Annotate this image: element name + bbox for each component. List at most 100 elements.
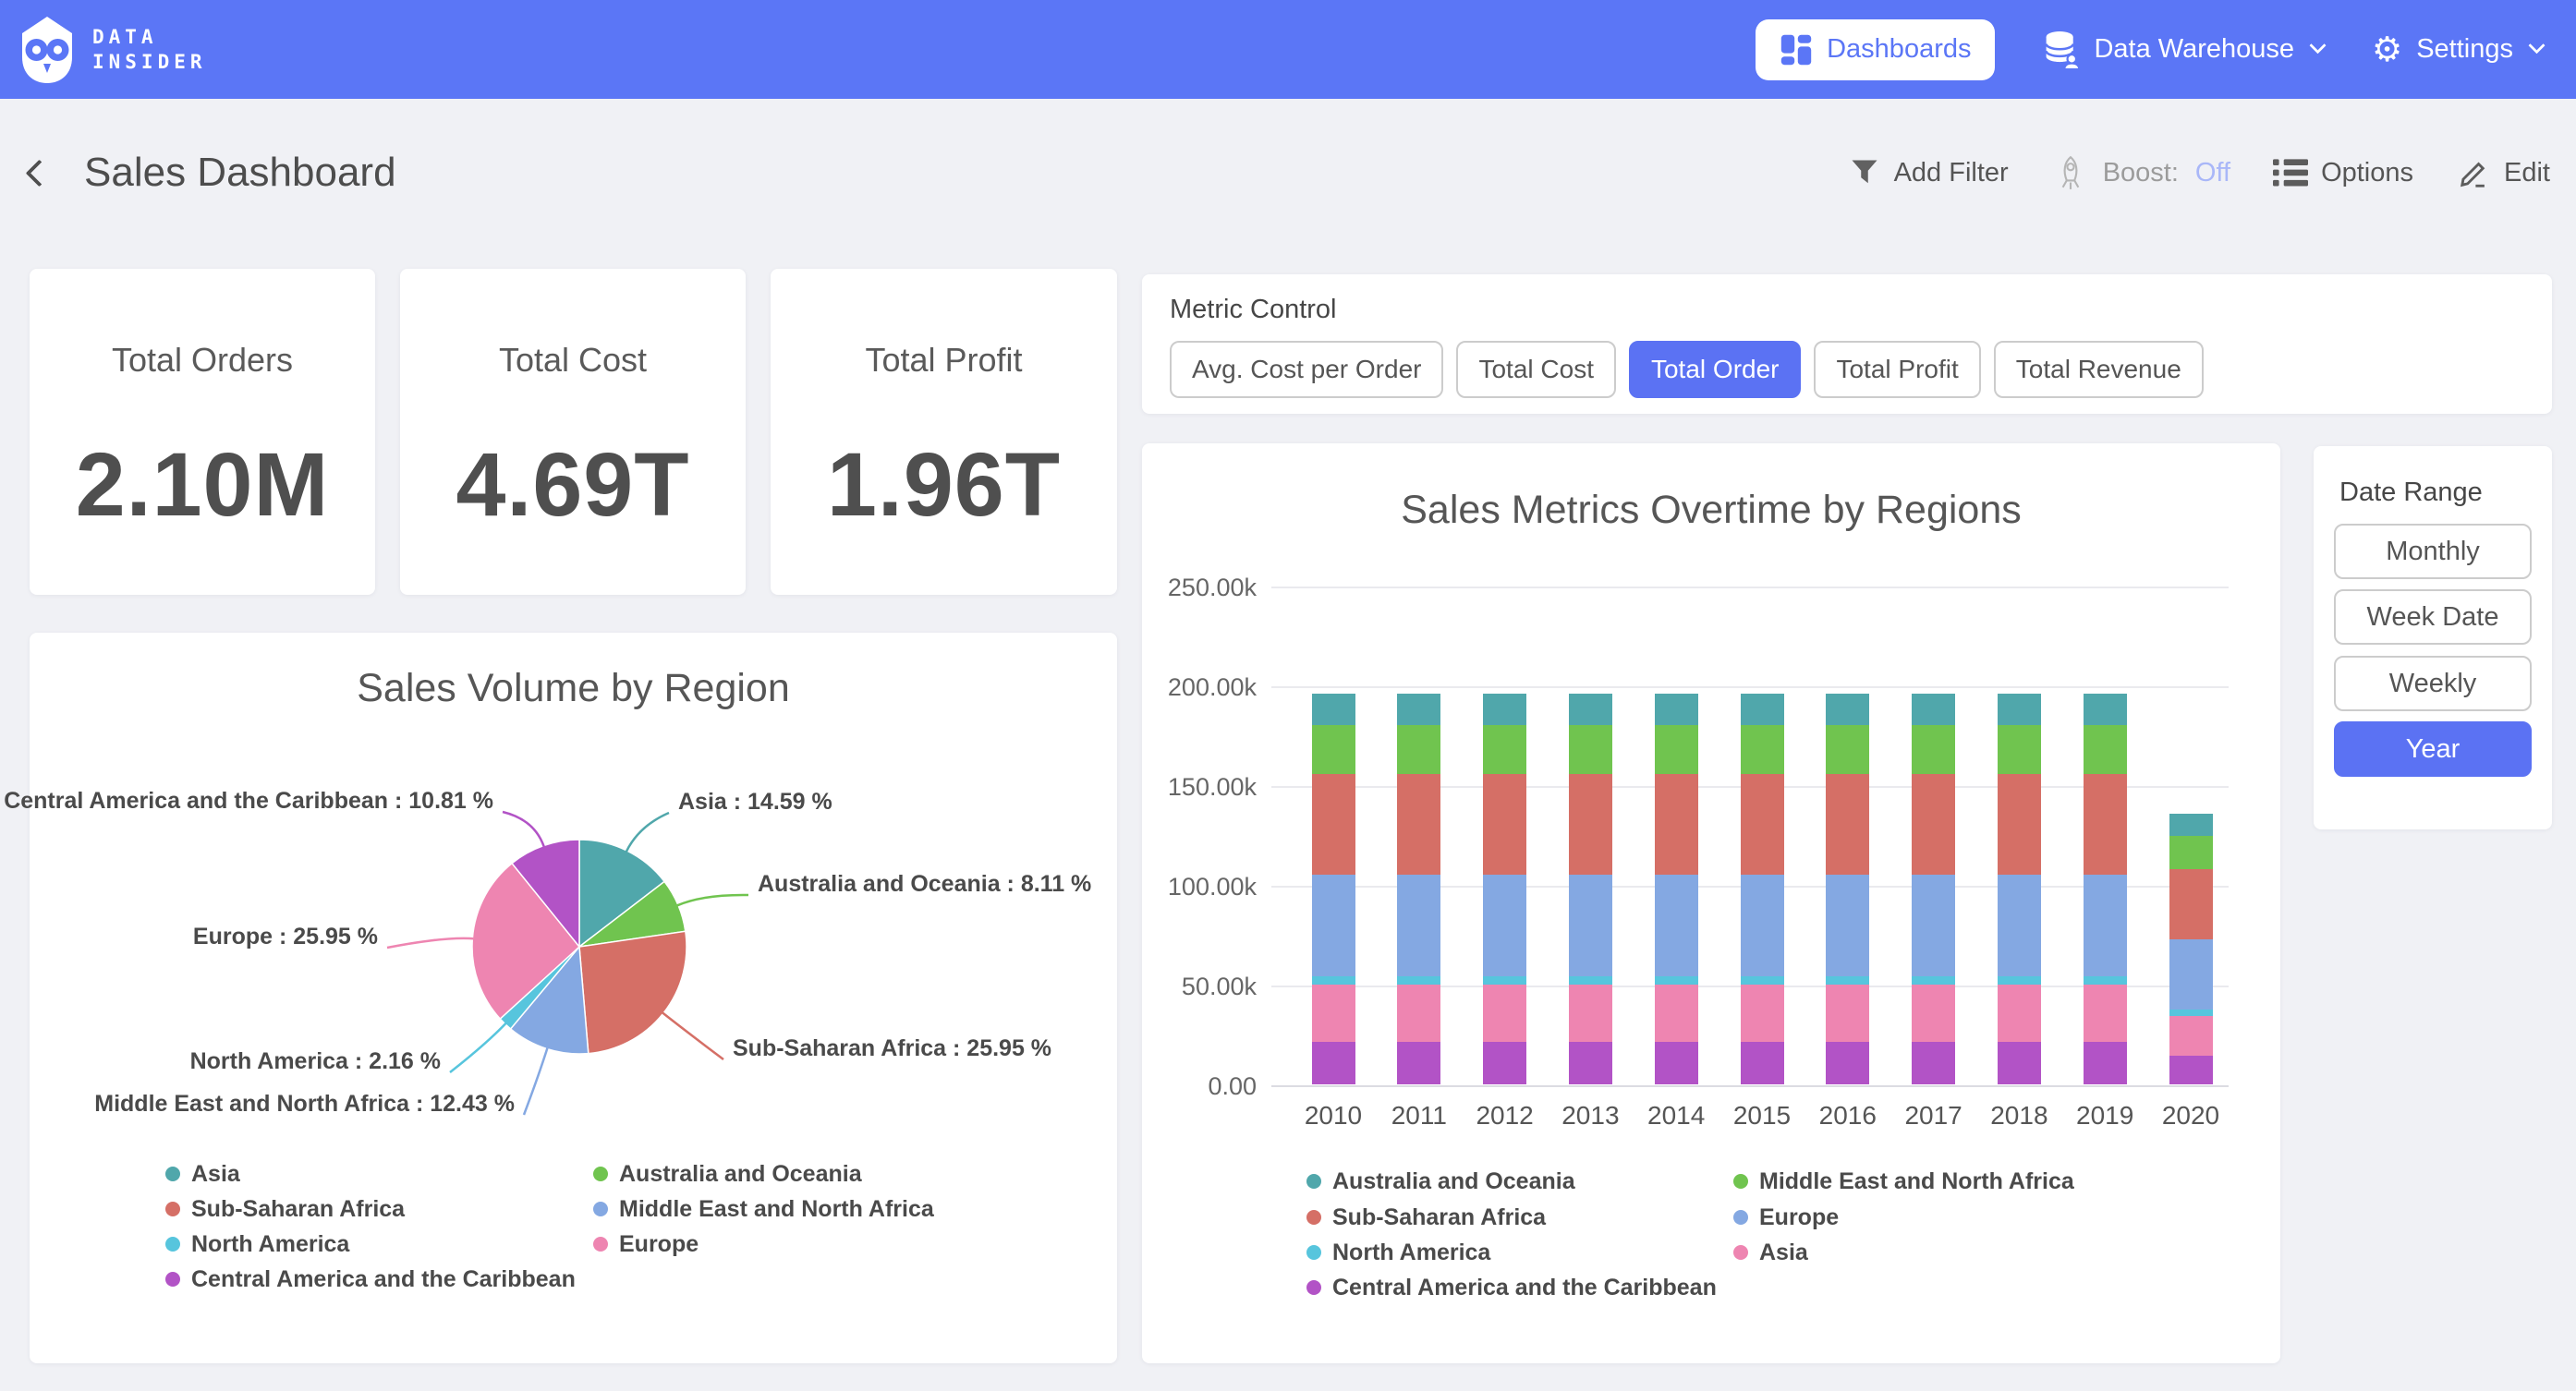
bar-segment-middle-east-and-north-africa-2011[interactable] [1397, 725, 1440, 774]
bar-segment-europe-2018[interactable] [1998, 875, 2041, 976]
bar-segment-central-america-and-the-caribbean-2016[interactable] [1826, 1042, 1869, 1084]
pie-slice-sub-saharan-africa[interactable] [579, 931, 687, 1053]
metric-option-total-profit[interactable]: Total Profit [1814, 341, 1980, 398]
bar-segment-central-america-and-the-caribbean-2014[interactable] [1655, 1042, 1698, 1084]
bar-segment-north-america-2013[interactable] [1569, 976, 1612, 985]
bar-segment-central-america-and-the-caribbean-2019[interactable] [2084, 1042, 2127, 1084]
bar-segment-asia-2020[interactable] [2169, 1016, 2213, 1056]
bar-segment-central-america-and-the-caribbean-2018[interactable] [1998, 1042, 2041, 1084]
back-button[interactable] [26, 159, 54, 187]
bar-segment-sub-saharan-africa-2016[interactable] [1826, 774, 1869, 876]
bar-segment-central-america-and-the-caribbean-2012[interactable] [1483, 1042, 1526, 1084]
boost-toggle[interactable]: Boost:Off [2051, 153, 2230, 192]
bar-segment-europe-2017[interactable] [1912, 875, 1955, 976]
bar-segment-central-america-and-the-caribbean-2010[interactable] [1312, 1042, 1355, 1084]
bar-segment-europe-2013[interactable] [1569, 875, 1612, 976]
bar-segment-asia-2014[interactable] [1655, 985, 1698, 1042]
bar-segment-middle-east-and-north-africa-2020[interactable] [2169, 836, 2213, 870]
legend-item-central-america-and-the-caribbean[interactable]: Central America and the Caribbean [165, 1264, 576, 1295]
date-range-option-year[interactable]: Year [2334, 721, 2532, 777]
bar-segment-middle-east-and-north-africa-2017[interactable] [1912, 725, 1955, 774]
bar-segment-europe-2010[interactable] [1312, 875, 1355, 976]
bar-segment-europe-2019[interactable] [2084, 875, 2127, 976]
bar-segment-middle-east-and-north-africa-2013[interactable] [1569, 725, 1612, 774]
bar-segment-australia-and-oceania-2013[interactable] [1569, 694, 1612, 725]
bar-segment-north-america-2018[interactable] [1998, 976, 2041, 985]
bar-segment-middle-east-and-north-africa-2012[interactable] [1483, 725, 1526, 774]
legend-item-asia[interactable]: Asia [1733, 1237, 1808, 1268]
bar-segment-north-america-2010[interactable] [1312, 976, 1355, 985]
bar-segment-central-america-and-the-caribbean-2011[interactable] [1397, 1042, 1440, 1084]
bar-segment-central-america-and-the-caribbean-2020[interactable] [2169, 1056, 2213, 1085]
bar-segment-australia-and-oceania-2020[interactable] [2169, 814, 2213, 836]
legend-item-middle-east-and-north-africa[interactable]: Middle East and North Africa [1733, 1166, 2074, 1197]
bar-segment-north-america-2014[interactable] [1655, 976, 1698, 985]
options-button[interactable]: Options [2273, 158, 2413, 188]
metric-option-avg-cost-per-order[interactable]: Avg. Cost per Order [1170, 341, 1443, 398]
bar-segment-middle-east-and-north-africa-2016[interactable] [1826, 725, 1869, 774]
bar-segment-north-america-2015[interactable] [1741, 976, 1784, 985]
bar-segment-sub-saharan-africa-2012[interactable] [1483, 774, 1526, 876]
bar-segment-australia-and-oceania-2017[interactable] [1912, 694, 1955, 725]
bar-segment-central-america-and-the-caribbean-2017[interactable] [1912, 1042, 1955, 1084]
bar-segment-middle-east-and-north-africa-2015[interactable] [1741, 725, 1784, 774]
bar-segment-australia-and-oceania-2019[interactable] [2084, 694, 2127, 725]
bar-segment-sub-saharan-africa-2015[interactable] [1741, 774, 1784, 876]
bar-segment-north-america-2019[interactable] [2084, 976, 2127, 985]
bar-segment-australia-and-oceania-2010[interactable] [1312, 694, 1355, 725]
date-range-option-monthly[interactable]: Monthly [2334, 524, 2532, 579]
legend-item-north-america[interactable]: North America [165, 1228, 349, 1260]
bar-segment-north-america-2017[interactable] [1912, 976, 1955, 985]
nav-data-warehouse[interactable]: Data Warehouse [2043, 30, 2324, 70]
bar-segment-asia-2018[interactable] [1998, 985, 2041, 1042]
bar-segment-sub-saharan-africa-2010[interactable] [1312, 774, 1355, 876]
bar-segment-north-america-2012[interactable] [1483, 976, 1526, 985]
metric-option-total-revenue[interactable]: Total Revenue [1994, 341, 2204, 398]
bar-segment-asia-2013[interactable] [1569, 985, 1612, 1042]
bar-segment-europe-2016[interactable] [1826, 875, 1869, 976]
bar-segment-sub-saharan-africa-2014[interactable] [1655, 774, 1698, 876]
bar-segment-australia-and-oceania-2012[interactable] [1483, 694, 1526, 725]
date-range-option-weekly[interactable]: Weekly [2334, 656, 2532, 711]
bar-segment-sub-saharan-africa-2020[interactable] [2169, 869, 2213, 939]
bar-segment-australia-and-oceania-2014[interactable] [1655, 694, 1698, 725]
bar-segment-europe-2011[interactable] [1397, 875, 1440, 976]
legend-item-australia-and-oceania[interactable]: Australia and Oceania [1306, 1166, 1575, 1197]
metric-option-total-cost[interactable]: Total Cost [1456, 341, 1616, 398]
bar-segment-middle-east-and-north-africa-2014[interactable] [1655, 725, 1698, 774]
legend-item-middle-east-and-north-africa[interactable]: Middle East and North Africa [593, 1193, 934, 1225]
bar-segment-asia-2012[interactable] [1483, 985, 1526, 1042]
bar-segment-europe-2020[interactable] [2169, 939, 2213, 1010]
metric-option-total-order[interactable]: Total Order [1629, 341, 1802, 398]
legend-item-europe[interactable]: Europe [1733, 1202, 1839, 1233]
bar-segment-middle-east-and-north-africa-2010[interactable] [1312, 725, 1355, 774]
legend-item-sub-saharan-africa[interactable]: Sub-Saharan Africa [1306, 1202, 1546, 1233]
bar-segment-middle-east-and-north-africa-2019[interactable] [2084, 725, 2127, 774]
bar-segment-asia-2016[interactable] [1826, 985, 1869, 1042]
bar-segment-north-america-2011[interactable] [1397, 976, 1440, 985]
legend-item-asia[interactable]: Asia [165, 1158, 240, 1190]
bar-segment-asia-2015[interactable] [1741, 985, 1784, 1042]
legend-item-europe[interactable]: Europe [593, 1228, 699, 1260]
bar-segment-australia-and-oceania-2018[interactable] [1998, 694, 2041, 725]
bar-segment-australia-and-oceania-2015[interactable] [1741, 694, 1784, 725]
legend-item-central-america-and-the-caribbean[interactable]: Central America and the Caribbean [1306, 1272, 1717, 1303]
bar-segment-europe-2015[interactable] [1741, 875, 1784, 976]
nav-settings[interactable]: ⚙ Settings [2372, 32, 2543, 67]
bar-segment-asia-2017[interactable] [1912, 985, 1955, 1042]
bar-segment-sub-saharan-africa-2011[interactable] [1397, 774, 1440, 876]
bar-segment-europe-2012[interactable] [1483, 875, 1526, 976]
bar-segment-sub-saharan-africa-2019[interactable] [2084, 774, 2127, 876]
edit-button[interactable]: Edit [2456, 155, 2550, 190]
bar-segment-asia-2011[interactable] [1397, 985, 1440, 1042]
add-filter-button[interactable]: Add Filter [1848, 156, 2009, 189]
bar-segment-australia-and-oceania-2016[interactable] [1826, 694, 1869, 725]
bar-segment-central-america-and-the-caribbean-2013[interactable] [1569, 1042, 1612, 1084]
bar-segment-north-america-2016[interactable] [1826, 976, 1869, 985]
bar-segment-asia-2010[interactable] [1312, 985, 1355, 1042]
bar-segment-central-america-and-the-caribbean-2015[interactable] [1741, 1042, 1784, 1084]
legend-item-sub-saharan-africa[interactable]: Sub-Saharan Africa [165, 1193, 405, 1225]
legend-item-australia-and-oceania[interactable]: Australia and Oceania [593, 1158, 862, 1190]
bar-segment-asia-2019[interactable] [2084, 985, 2127, 1042]
legend-item-north-america[interactable]: North America [1306, 1237, 1490, 1268]
